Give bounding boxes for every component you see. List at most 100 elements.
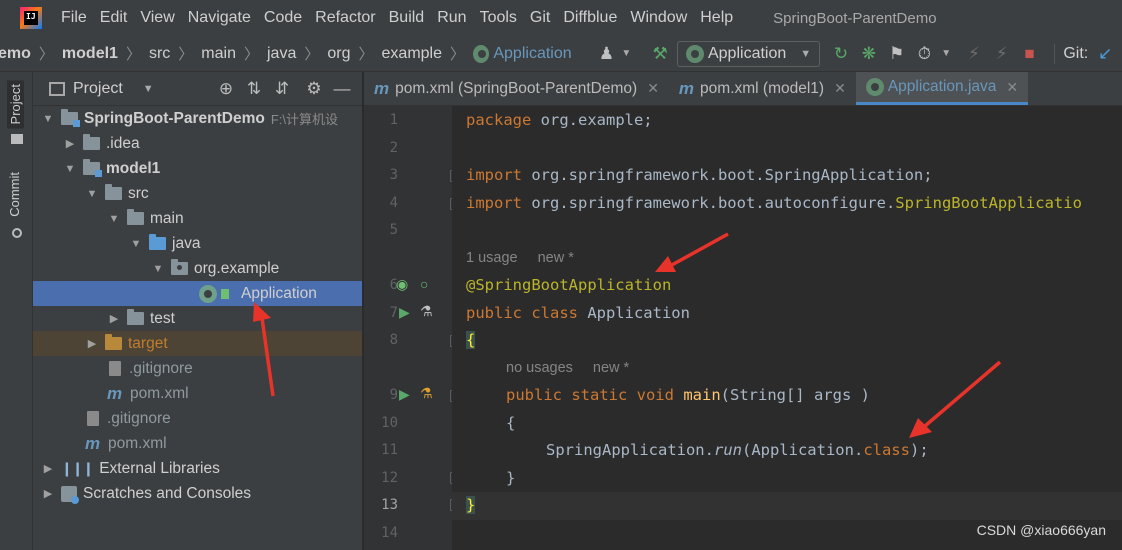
tree-item-main[interactable]: ▼ main [33, 206, 362, 231]
chevron-down-icon[interactable]: ▼ [129, 238, 143, 250]
stop-icon[interactable]: ■ [1019, 42, 1041, 66]
gear-icon[interactable]: ⚙ [300, 79, 328, 99]
project-panel: Project ▼ ⊕ ⇅ ⇵ ⚙ — ▼ SpringBoot-ParentD… [33, 72, 363, 550]
close-icon[interactable]: ✕ [834, 80, 846, 97]
test-flask-icon[interactable]: ⚗ [420, 385, 433, 402]
chevron-right-icon[interactable]: ▶ [85, 337, 99, 350]
usage-hint[interactable]: 1 usage [466, 250, 518, 266]
tree-item-java[interactable]: ▼ java [33, 231, 362, 256]
rerun-icon[interactable]: ↻ [830, 42, 852, 66]
folder-icon [127, 209, 144, 225]
git-update-icon[interactable]: ↙ [1094, 42, 1116, 66]
chevron-right-icon[interactable]: ▶ [107, 312, 121, 325]
code-vision-hint[interactable]: 1 usage new * [466, 250, 594, 266]
tree-item-scratches[interactable]: ▶ Scratches and Consoles [33, 481, 362, 506]
tool-tab-project[interactable]: Project [7, 80, 24, 129]
watermark: CSDN @xiao666yan [976, 522, 1106, 538]
author-hint[interactable]: new * [593, 360, 629, 376]
coverage-icon[interactable]: ⚑ [886, 42, 908, 66]
usage-hint[interactable]: no usages [506, 360, 573, 376]
run-gutter-icon[interactable]: ▶ [399, 386, 410, 403]
breadcrumb-model1[interactable]: model1 [62, 45, 118, 63]
code-vision-hint[interactable]: no usages new * [506, 360, 649, 376]
tab-pom-parent[interactable]: m pom.xml (SpringBoot-ParentDemo) ✕ [364, 72, 669, 105]
expand-all-icon[interactable]: ⇅ [240, 79, 268, 99]
build-hammer-icon[interactable]: ⚒ [649, 42, 671, 66]
tree-item-test[interactable]: ▶ test [33, 306, 362, 331]
author-hint[interactable]: new * [538, 250, 574, 266]
breadcrumb-org[interactable]: org [327, 45, 350, 63]
menu-run[interactable]: Run [436, 7, 467, 29]
menu-edit[interactable]: Edit [99, 7, 129, 29]
chevron-down-icon[interactable]: ▼ [615, 42, 637, 66]
run-gutter-icon[interactable]: ▶ [399, 304, 410, 321]
run-configuration-select[interactable]: Application ▼ [676, 40, 821, 67]
menu-diffblue[interactable]: Diffblue [562, 7, 618, 29]
user-icon[interactable]: ♟ [596, 42, 618, 66]
tree-item-root[interactable]: ▼ SpringBoot-ParentDemo F:\计算机设 [33, 106, 362, 131]
menu-navigate[interactable]: Navigate [187, 7, 252, 29]
collapse-all-icon[interactable]: ⇵ [268, 79, 296, 99]
tree-item-label: org.example [194, 259, 280, 277]
chevron-down-icon[interactable]: ▼ [85, 188, 99, 200]
debug-icon[interactable]: ❋ [858, 42, 880, 66]
attach-debugger-icon[interactable]: ⚡ [963, 42, 985, 66]
spring-config-icon[interactable]: ○ [420, 276, 428, 292]
locate-file-icon[interactable]: ⊕ [212, 79, 240, 99]
chevron-down-icon[interactable]: ▼ [143, 83, 154, 95]
tree-item-external-libraries[interactable]: ▶ ❙❙❙ External Libraries [33, 456, 362, 481]
tree-item-label: java [172, 234, 201, 252]
menu-help[interactable]: Help [699, 7, 734, 29]
menu-file[interactable]: File [60, 7, 88, 29]
menu-tools[interactable]: Tools [479, 7, 518, 29]
tree-item-target[interactable]: ▶ target [33, 331, 362, 356]
line-number: 14 [381, 525, 398, 541]
chevron-down-icon[interactable]: ▼ [41, 113, 55, 125]
breadcrumb-java[interactable]: java [267, 45, 296, 63]
menu-build[interactable]: Build [388, 7, 426, 29]
breadcrumb-main[interactable]: main [201, 45, 236, 63]
chevron-right-icon[interactable]: ▶ [41, 487, 55, 500]
tool-tab-commit[interactable]: Commit [7, 172, 22, 217]
menu-window[interactable]: Window [629, 7, 688, 29]
test-flask-icon[interactable]: ⚗ [420, 303, 433, 320]
tree-item-pom-root[interactable]: m pom.xml [33, 431, 362, 456]
menu-refactor[interactable]: Refactor [314, 7, 376, 29]
menu-code[interactable]: Code [263, 7, 303, 29]
tree-item-gitignore-model[interactable]: .gitignore [33, 356, 362, 381]
chevron-right-icon[interactable]: ▶ [41, 462, 55, 475]
tree-item-label: External Libraries [99, 459, 220, 477]
module-folder-icon [83, 159, 102, 177]
code-token: org.springframework.boot.SpringApplicati… [522, 166, 933, 184]
close-icon[interactable]: ✕ [1006, 79, 1018, 96]
tree-item-application[interactable]: Application [33, 281, 362, 306]
close-icon[interactable]: ✕ [647, 80, 659, 97]
tree-item-idea[interactable]: ▶ .idea [33, 131, 362, 156]
chevron-down-icon[interactable]: ▼ [107, 213, 121, 225]
spring-class-icon [865, 78, 884, 96]
menu-git[interactable]: Git [529, 7, 551, 29]
tree-item-model1[interactable]: ▼ model1 [33, 156, 362, 181]
package-icon [171, 259, 188, 275]
tree-item-src[interactable]: ▼ src [33, 181, 362, 206]
code-editor[interactable]: package org.example; import org.springfr… [452, 106, 1122, 550]
breadcrumb-project[interactable]: emo [0, 45, 31, 63]
breadcrumb-src[interactable]: src [149, 45, 170, 63]
tab-pom-model1[interactable]: m pom.xml (model1) ✕ [669, 72, 856, 105]
profiler-icon[interactable]: ⏱ [914, 42, 936, 66]
menu-view[interactable]: View [139, 7, 175, 29]
project-panel-title[interactable]: Project [73, 80, 123, 98]
tree-item-pom-model[interactable]: m pom.xml [33, 381, 362, 406]
chevron-right-icon[interactable]: ▶ [63, 137, 77, 150]
hot-swap-icon[interactable]: ⚡ [991, 42, 1013, 66]
hide-panel-icon[interactable]: — [328, 79, 356, 99]
spring-bean-icon[interactable]: ◉ [396, 276, 408, 293]
chevron-down-icon[interactable]: ▼ [935, 42, 957, 66]
chevron-down-icon[interactable]: ▼ [151, 263, 165, 275]
tree-item-org-example[interactable]: ▼ org.example [33, 256, 362, 281]
breadcrumb-example[interactable]: example [382, 45, 442, 63]
tab-application-java[interactable]: Application.java ✕ [855, 72, 1029, 105]
chevron-down-icon[interactable]: ▼ [63, 163, 77, 175]
tree-item-gitignore-root[interactable]: .gitignore [33, 406, 362, 431]
breadcrumb-application[interactable]: Application [493, 45, 571, 63]
